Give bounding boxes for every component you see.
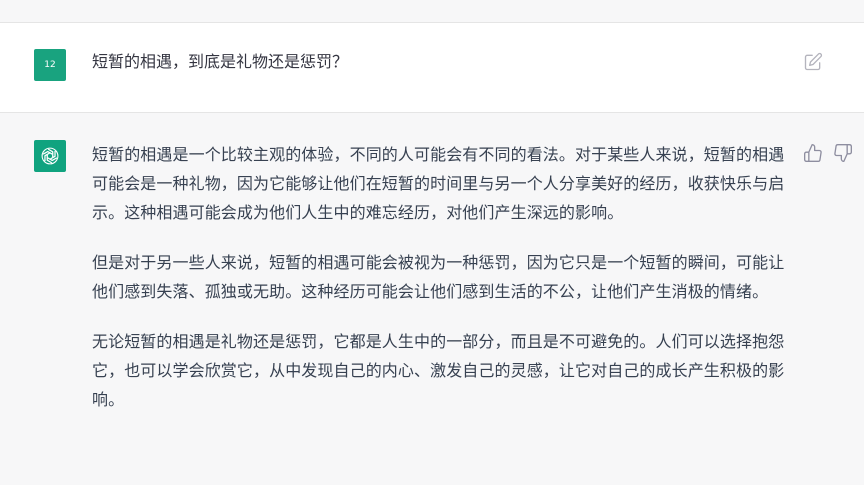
answer-paragraph-2: 但是对于另一些人来说，短暂的相遇可能会被视为一种惩罚，因为它只是一个短暂的瞬间，… — [92, 253, 785, 301]
assistant-message-row: 短暂的相遇是一个比较主观的体验，不同的人可能会有不同的看法。对于某些人来说，短暂… — [0, 113, 864, 485]
answer-paragraph-3: 无论短暂的相遇是礼物还是惩罚，它都是人生中的一部分，而且是不可避免的。人们可以选… — [92, 332, 785, 409]
feedback-buttons — [803, 143, 855, 163]
user-avatar: 12 — [34, 49, 66, 81]
assistant-answer: 短暂的相遇是一个比较主观的体验，不同的人可能会有不同的看法。对于某些人来说，短暂… — [92, 140, 792, 435]
thumbs-up-icon[interactable] — [803, 143, 823, 163]
user-message-text: 短暂的相遇，到底是礼物还是惩罚？ — [92, 52, 349, 71]
user-message-row: 12 短暂的相遇，到底是礼物还是惩罚？ — [0, 23, 864, 113]
previous-message-strip — [0, 0, 864, 23]
edit-icon[interactable] — [803, 52, 823, 72]
thumbs-down-icon[interactable] — [833, 143, 853, 163]
answer-paragraph-1: 短暂的相遇是一个比较主观的体验，不同的人可能会有不同的看法。对于某些人来说，短暂… — [92, 145, 785, 222]
openai-logo-icon — [34, 140, 66, 172]
user-avatar-label: 12 — [44, 60, 56, 70]
